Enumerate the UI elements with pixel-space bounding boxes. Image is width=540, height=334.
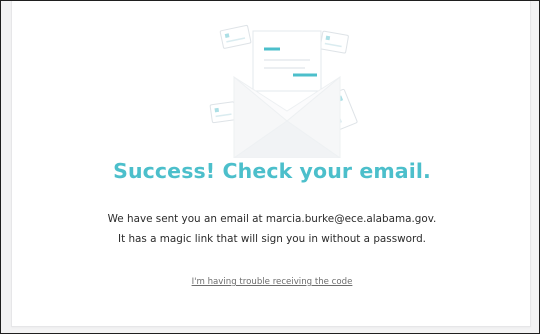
envelope-with-letters-icon — [209, 24, 358, 158]
main-envelope — [233, 30, 341, 158]
success-title: Success! Check your email. — [113, 159, 431, 183]
trouble-receiving-code-link[interactable]: I'm having trouble receiving the code — [12, 277, 532, 287]
floating-letter-left-top — [219, 24, 252, 49]
app-frame: Success! Check your email. We have sent … — [0, 0, 540, 334]
success-card: Success! Check your email. We have sent … — [11, 1, 531, 327]
confirmation-message: We have sent you an email at marcia.burk… — [107, 213, 437, 245]
floating-letter-left-bottom — [209, 101, 237, 124]
floating-letter-right-top — [319, 30, 349, 54]
